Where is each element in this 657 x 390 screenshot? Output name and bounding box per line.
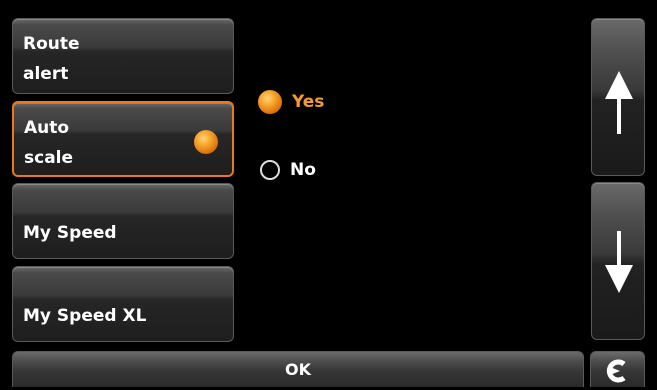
- menu-item-label: My Speed XL: [23, 306, 147, 326]
- radio-selected-icon: [258, 90, 282, 114]
- option-yes-radio[interactable]: Yes: [258, 89, 324, 115]
- menu-item-auto-scale[interactable]: Auto scale: [12, 101, 234, 177]
- menu-item-my-speed-xl[interactable]: My Speed XL: [12, 266, 234, 342]
- option-yes-label: Yes: [292, 92, 325, 112]
- option-no-label: No: [290, 160, 316, 180]
- ok-button[interactable]: OK: [12, 351, 584, 387]
- menu-item-label: Auto scale: [24, 118, 74, 168]
- scroll-down-button[interactable]: [591, 182, 645, 340]
- menu-item-label: My Speed: [23, 223, 117, 243]
- scroll-up-button[interactable]: [591, 18, 645, 176]
- arrow-down-icon: [605, 231, 633, 293]
- radio-unselected-icon: [260, 160, 280, 180]
- menu-item-label: Route alert: [23, 34, 80, 84]
- option-no-radio[interactable]: No: [258, 157, 316, 183]
- back-arrow-icon: [606, 359, 626, 383]
- menu-item-route-alert[interactable]: Route alert: [12, 18, 234, 94]
- back-button[interactable]: [590, 351, 645, 387]
- menu-item-my-speed[interactable]: My Speed: [12, 183, 234, 259]
- selected-indicator-icon: [194, 130, 218, 154]
- arrow-up-icon: [605, 71, 633, 134]
